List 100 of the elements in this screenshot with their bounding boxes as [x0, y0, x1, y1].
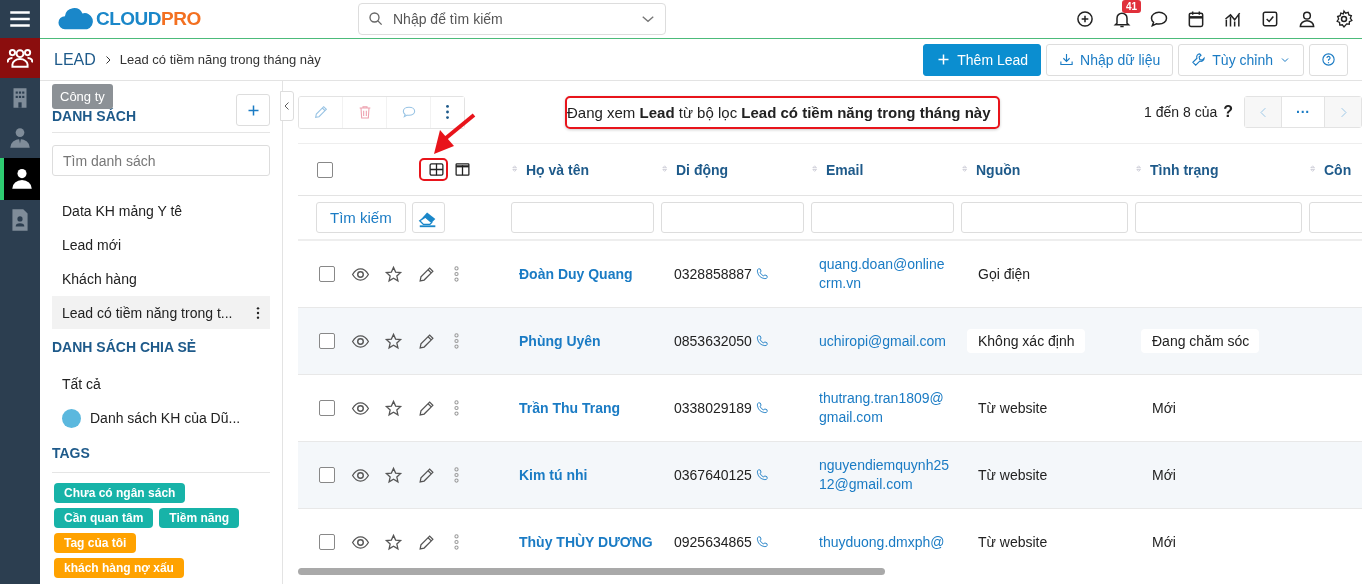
star-icon[interactable]	[384, 465, 403, 485]
list-item[interactable]: Danh sách KH của Dũ...	[90, 410, 241, 426]
pagination-total: ?	[1223, 103, 1233, 121]
phone-number: 0328858887	[673, 266, 752, 282]
list-item[interactable]: Tất cả	[62, 376, 101, 392]
search-icon	[367, 10, 385, 28]
cloud-logo-icon	[57, 7, 95, 31]
scrollbar-thumb[interactable]	[298, 568, 885, 575]
lead-name-link[interactable]: Phùng Uyên	[511, 333, 601, 349]
phone-icon[interactable]	[754, 401, 769, 415]
clear-filter-button[interactable]	[411, 202, 445, 233]
row-checkbox[interactable]	[319, 266, 335, 282]
tag[interactable]: Chưa có ngân sách	[54, 483, 186, 503]
column-header[interactable]: Di động	[676, 161, 729, 178]
add-button[interactable]: Thêm Lead	[923, 43, 1042, 76]
source-value: Không xác định	[967, 329, 1085, 353]
list-item[interactable]: Lead mới	[52, 228, 270, 261]
email-link[interactable]: thutrang.tran1809@gmail.com	[811, 389, 949, 427]
column-header[interactable]: Nguồn	[976, 161, 1021, 178]
tag[interactable]: Cần quan tâm	[54, 508, 154, 528]
person-icon	[9, 166, 35, 192]
help-button[interactable]	[1309, 43, 1348, 76]
email-link[interactable]: nguyendiemquynh2512@gmail.com	[811, 456, 949, 494]
lead-name-link[interactable]: Thùy THÙY DƯƠNG	[511, 534, 653, 550]
section-title: DANH SÁCH	[52, 108, 136, 126]
source-value: Từ website	[977, 533, 1049, 552]
list-item[interactable]: Lead có tiềm năng trong t...	[52, 296, 270, 329]
filter-field[interactable]	[511, 202, 654, 233]
tooltip: Công ty	[52, 84, 113, 109]
row-checkbox[interactable]	[319, 400, 335, 416]
list-item[interactable]: Khách hàng	[52, 262, 270, 295]
annotation-arrow	[434, 113, 476, 154]
import-button[interactable]: Nhập dữ liệu	[1046, 43, 1174, 76]
breadcrumb-link[interactable]: LEAD	[54, 50, 96, 69]
lead-name-link[interactable]: Trần Thu Trang	[511, 400, 621, 416]
filter-field[interactable]	[811, 202, 954, 233]
phone-icon[interactable]	[754, 334, 769, 348]
task-icon[interactable]	[1260, 9, 1280, 29]
star-icon[interactable]	[384, 532, 403, 552]
filter-field[interactable]	[661, 202, 804, 233]
email-link[interactable]: thuyduong.dmxph@	[811, 532, 949, 552]
pencil-icon	[312, 104, 329, 120]
column-header[interactable]: Email	[826, 161, 864, 178]
phone-icon[interactable]	[754, 535, 769, 549]
column-header[interactable]: Họ và tên	[526, 161, 589, 178]
settings-icon[interactable]	[1334, 9, 1354, 29]
lead-name-link[interactable]: Đoàn Duy Quang	[511, 266, 633, 282]
add-list-button[interactable]	[236, 94, 270, 126]
phone-icon[interactable]	[754, 468, 769, 482]
list-search-field[interactable]: Tìm danh sách	[52, 145, 270, 176]
kebab-icon[interactable]	[256, 305, 260, 320]
lead-name-link[interactable]: Kim tú nhi	[511, 467, 588, 483]
more-pages-button[interactable]: ···	[1281, 97, 1325, 127]
status-value: Đang chăm sóc	[1141, 329, 1260, 353]
pencil-icon[interactable]	[417, 264, 436, 284]
row-checkbox[interactable]	[319, 467, 335, 483]
list-item[interactable]: Data KH mảng Y tê	[52, 194, 270, 227]
row-checkbox[interactable]	[319, 333, 335, 349]
columns-icon[interactable]	[454, 161, 471, 178]
breadcrumb-current: Lead có tiềm năng trong tháng này	[119, 52, 321, 67]
select-all-checkbox[interactable]	[317, 161, 333, 178]
email-link[interactable]: uchiropi@gmail.com	[811, 331, 949, 351]
pagination-range: 1 đến 8 của	[1144, 104, 1218, 120]
filter-field[interactable]	[1135, 202, 1302, 233]
download-tray-icon	[1059, 52, 1075, 67]
star-icon[interactable]	[384, 398, 403, 418]
notification-badge: 41	[1122, 0, 1142, 13]
phone-number: 0853632050	[673, 333, 752, 349]
status-value: Mới	[1151, 399, 1177, 418]
row-checkbox[interactable]	[319, 534, 335, 550]
pencil-icon[interactable]	[417, 331, 436, 351]
grid-view-button[interactable]	[419, 158, 448, 181]
section-title: DANH SÁCH CHIA SẺ	[52, 339, 198, 355]
help-icon	[1321, 52, 1336, 67]
phone-number: 0925634865	[673, 534, 752, 550]
add-icon[interactable]	[1075, 9, 1095, 29]
pencil-icon[interactable]	[417, 398, 436, 418]
email-link[interactable]: quang.doan@onlinecrm.vn	[811, 255, 949, 293]
pencil-icon[interactable]	[417, 532, 436, 552]
pencil-icon[interactable]	[417, 465, 436, 485]
tag[interactable]: Tiềm năng	[159, 508, 240, 528]
customize-button[interactable]: Tùy chỉnh	[1178, 43, 1304, 76]
calendar-icon[interactable]	[1186, 9, 1206, 29]
section-title: TAGS	[52, 445, 270, 473]
search-button[interactable]: Tìm kiếm	[316, 202, 406, 233]
search-field[interactable]: Nhập để tìm kiếm	[358, 3, 666, 35]
phone-number: 0367640125	[673, 467, 752, 483]
person-tie-icon	[7, 125, 33, 151]
star-icon[interactable]	[384, 264, 403, 284]
column-header[interactable]: Tình trạng	[1150, 161, 1219, 178]
star-icon[interactable]	[384, 331, 403, 351]
grid-icon	[428, 161, 445, 178]
rail-item[interactable]	[0, 38, 40, 78]
filter-field[interactable]	[961, 202, 1128, 233]
user-icon[interactable]	[1297, 9, 1317, 29]
chat-icon[interactable]	[1149, 9, 1169, 29]
phone-icon[interactable]	[754, 267, 769, 281]
column-header[interactable]: Côn	[1324, 161, 1352, 178]
logo-text: CLOUDPRO	[96, 8, 201, 30]
status-value: Mới	[1151, 533, 1177, 552]
